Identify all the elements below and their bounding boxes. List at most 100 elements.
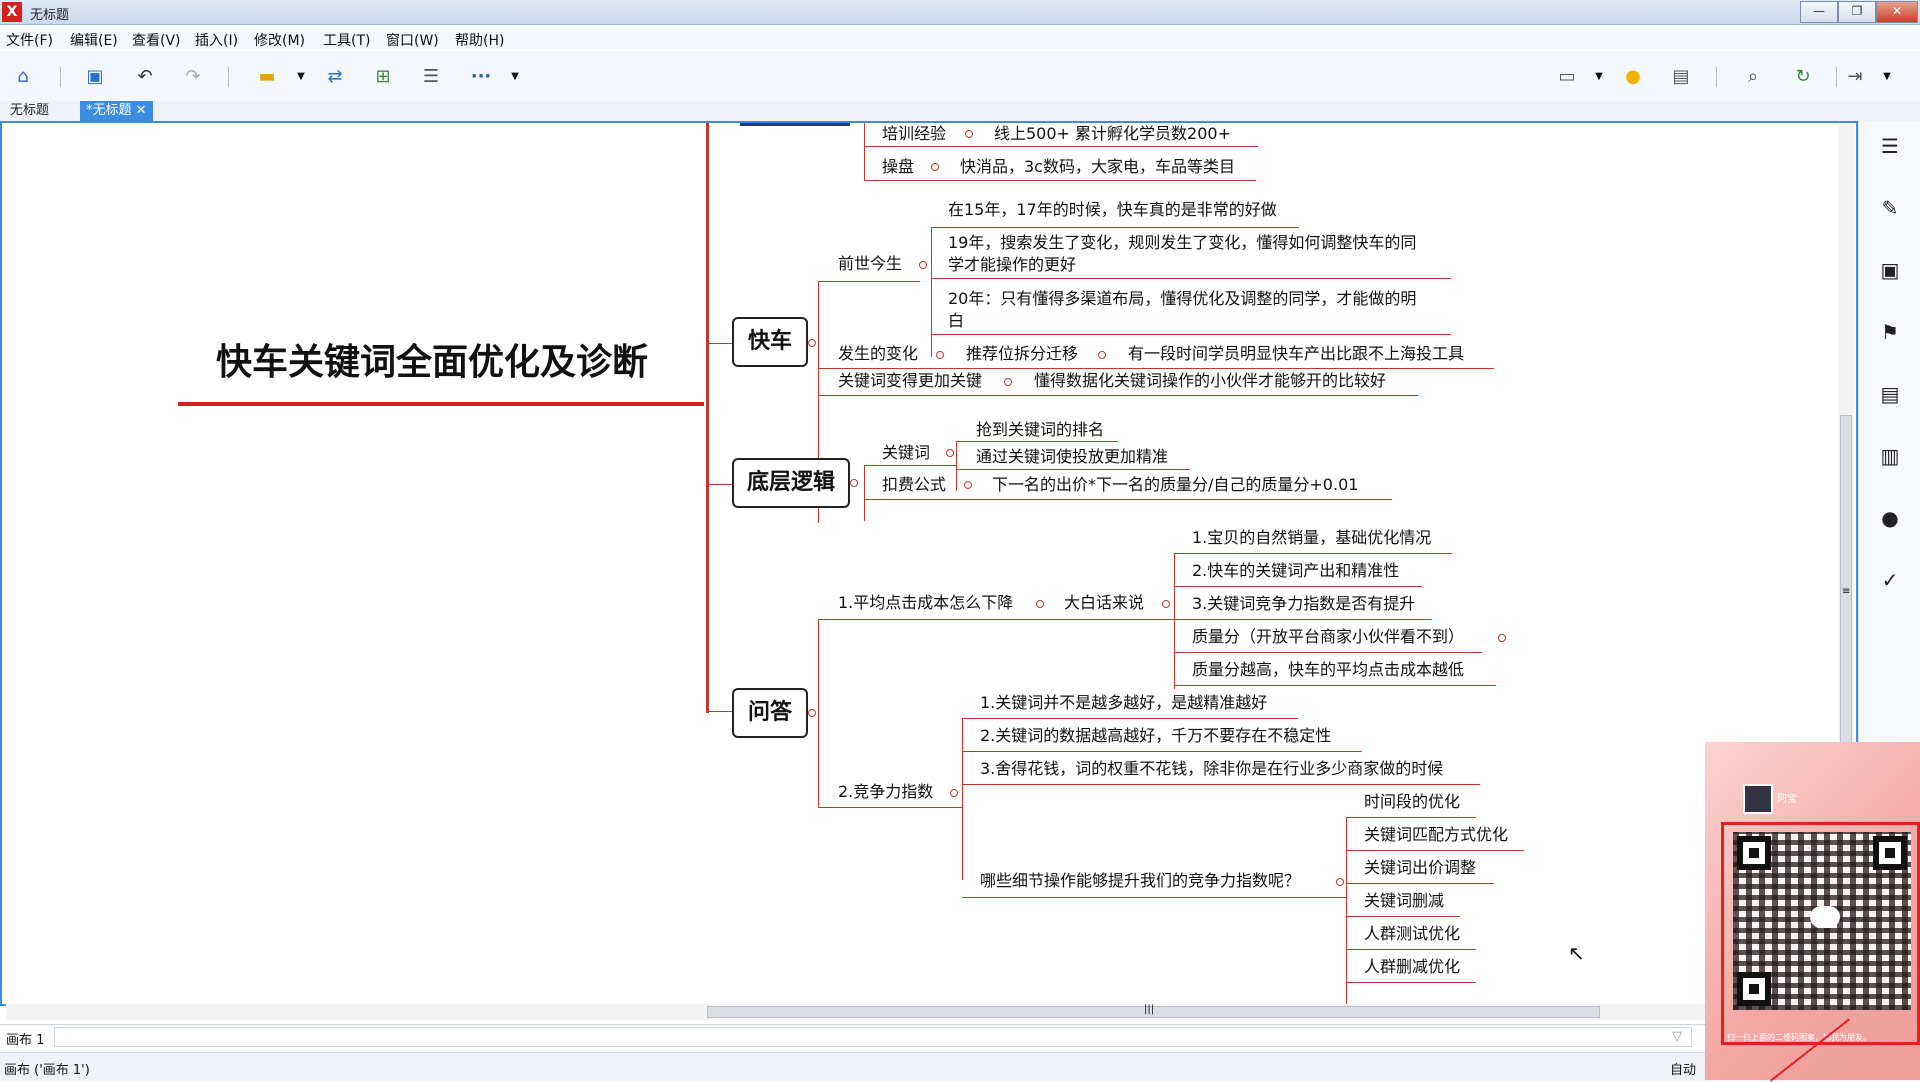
kw-item-1[interactable]: 抢到关键词的排名 [976,420,1104,440]
search-icon[interactable]: ⌕ [1740,65,1766,89]
flag-icon[interactable]: ⚑ [1877,319,1903,345]
detail-2[interactable]: 关键词匹配方式优化 [1364,825,1508,845]
topic-icon[interactable]: ▬ [254,65,280,89]
mindmap-canvas[interactable]: 快车关键词全面优化及诊断 培训经验 线上500+ 累计孵化学员数200+ 操盘 … [0,121,1858,1006]
topic-fee[interactable]: 扣费公式 [882,475,946,495]
detail-4[interactable]: 关键词删减 [1364,891,1444,911]
format-brush-icon[interactable]: ✎ [1877,195,1903,221]
qianshi-item-3-cont[interactable]: 白 [948,311,964,331]
outline-view-icon[interactable]: ▤ [1668,65,1694,89]
sheet-filter-field[interactable] [54,1027,1692,1047]
q1-item-3[interactable]: 3.关键词竞争力指数是否有提升 [1192,594,1415,614]
q1-item-2[interactable]: 2.快车的关键词产出和精准性 [1192,561,1399,581]
menu-edit[interactable]: 编辑(E) [70,30,118,50]
expand-icon[interactable] [1498,634,1506,642]
topic-change-mid[interactable]: 推荐位拆分迁移 [966,344,1078,364]
image-icon[interactable]: ▣ [1877,257,1903,283]
collapse-icon[interactable] [936,351,944,359]
close-button[interactable]: ✕ [1876,1,1918,23]
status-zoom-mode[interactable]: 自动 [1670,1059,1696,1078]
horizontal-scroll-thumb[interactable]: ||| [707,1004,1600,1018]
topic-q2[interactable]: 2.竞争力指数 [838,782,933,802]
topic-key[interactable]: 关键词变得更加关键 [838,371,982,391]
undo-icon[interactable]: ↶ [132,65,158,89]
collapse-icon[interactable] [1336,878,1344,886]
q1-item-4[interactable]: 质量分（开放平台商家小伙伴看不到） [1192,627,1464,647]
collapse-icon[interactable] [965,130,973,138]
menu-help[interactable]: 帮助(H) [455,30,504,50]
topic-training[interactable]: 培训经验 [882,124,946,144]
collapse-icon[interactable] [808,709,816,717]
topic-change[interactable]: 发生的变化 [838,344,918,364]
export-icon[interactable]: ⇥ [1842,65,1868,89]
menu-tools[interactable]: 工具(T) [323,30,370,50]
notes-icon[interactable]: ▥ [1877,443,1903,469]
collapse-icon[interactable] [919,261,927,269]
presentation-icon[interactable]: ▭ [1554,65,1580,89]
dropdown-arrow-icon[interactable]: ▼ [1874,65,1900,89]
qianshi-item-2-cont[interactable]: 学才能操作的更好 [948,255,1076,275]
collapse-icon[interactable] [850,479,858,487]
relationship-icon[interactable]: ⇄ [322,65,348,89]
q2-question[interactable]: 哪些细节操作能够提升我们的竞争力指数呢？ [980,871,1300,891]
dropdown-arrow-icon[interactable]: ▼ [288,65,314,89]
save-icon[interactable]: ▣ [82,65,108,89]
collapse-icon[interactable] [808,339,816,347]
redo-icon[interactable]: ↷ [180,65,206,89]
filter-icon[interactable]: ▽ [1672,1029,1682,1044]
more-icon[interactable]: ··· [468,65,494,89]
detail-1[interactable]: 时间段的优化 [1364,792,1460,812]
collapse-icon[interactable] [964,481,972,489]
collapse-icon[interactable] [1098,351,1106,359]
topic-operation[interactable]: 操盘 [882,157,914,177]
topic-q1[interactable]: 1.平均点击成本怎么下降 [838,593,1013,613]
collapse-icon[interactable] [1004,378,1012,386]
clipart-icon[interactable]: ▤ [1877,381,1903,407]
share-icon[interactable]: ↻ [1790,65,1816,89]
tab-close-icon[interactable]: ✕ [136,103,147,118]
qianshi-item-1[interactable]: 在15年，17年的时候，快车真的是非常的好做 [948,200,1277,220]
vertical-scroll-thumb[interactable]: ≡ [1840,415,1852,780]
tab-untitled-active[interactable]: *无标题 ✕ [80,101,153,121]
topic-kuaiche[interactable]: 快车 [732,317,808,367]
topic-key-value[interactable]: 懂得数据化关键词操作的小伙伴才能够开的比较好 [1034,371,1386,391]
q2-item-1[interactable]: 1.关键词并不是越多越好，是越精准越好 [980,693,1267,713]
minimize-button[interactable]: — [1800,1,1838,23]
topic-fee-value[interactable]: 下一名的出价*下一名的质量分/自己的质量分+0.01 [992,475,1358,495]
topic-training-value[interactable]: 线上500+ 累计孵化学员数200+ [994,124,1231,144]
topic-logic[interactable]: 底层逻辑 [732,458,850,508]
tab-untitled[interactable]: 无标题 [4,101,55,121]
home-icon[interactable]: ⌂ [10,65,36,89]
qianshi-item-2[interactable]: 19年，搜索发生了变化，规则发生了变化，懂得如何调整快车的同 [948,233,1416,253]
dropdown-arrow-icon[interactable]: ▼ [502,65,528,89]
qianshi-item-3[interactable]: 20年：只有懂得多渠道布局，懂得优化及调整的同学，才能做的明 [948,289,1416,309]
sheet-tab[interactable]: 画布 1 [6,1029,44,1048]
detail-3[interactable]: 关键词出价调整 [1364,858,1476,878]
collapse-icon[interactable] [950,789,958,797]
kw-item-2[interactable]: 通过关键词使投放更加精准 [976,447,1168,467]
menu-file[interactable]: 文件(F) [6,30,53,50]
collapse-icon[interactable] [931,163,939,171]
detail-5[interactable]: 人群测试优化 [1364,924,1460,944]
menu-modify[interactable]: 修改(M) [254,30,305,50]
outline-icon[interactable]: ☰ [1877,133,1903,159]
menu-view[interactable]: 查看(V) [132,30,181,50]
topic-change-value[interactable]: 有一段时间学员明显快车产出比跟不上海投工具 [1128,344,1464,364]
comment-icon[interactable]: ● [1877,505,1903,531]
lightbulb-icon[interactable]: ● [1620,65,1646,89]
topic-operation-value[interactable]: 快消品，3c数码，大家电，车品等类目 [960,157,1235,177]
collapse-icon[interactable] [1036,600,1044,608]
central-topic[interactable]: 快车关键词全面优化及诊断 [216,341,648,385]
restore-button[interactable]: ❐ [1838,1,1876,23]
topic-qa[interactable]: 问答 [732,688,808,738]
detail-6[interactable]: 人群删减优化 [1364,957,1460,977]
q2-item-3[interactable]: 3.舍得花钱，词的权重不花钱，除非你是在行业多少商家做的时候 [980,759,1443,779]
topic-q1-mid[interactable]: 大白话来说 [1064,593,1144,613]
topic-keyword[interactable]: 关键词 [882,443,930,463]
collapse-icon[interactable] [946,449,954,457]
topic-qianshi[interactable]: 前世今生 [838,254,902,274]
menu-insert[interactable]: 插入(I) [195,30,238,50]
task-icon[interactable]: ✓ [1877,567,1903,593]
dropdown-arrow-icon[interactable]: ▼ [1586,65,1612,89]
summary-icon[interactable]: ☰ [418,65,444,89]
